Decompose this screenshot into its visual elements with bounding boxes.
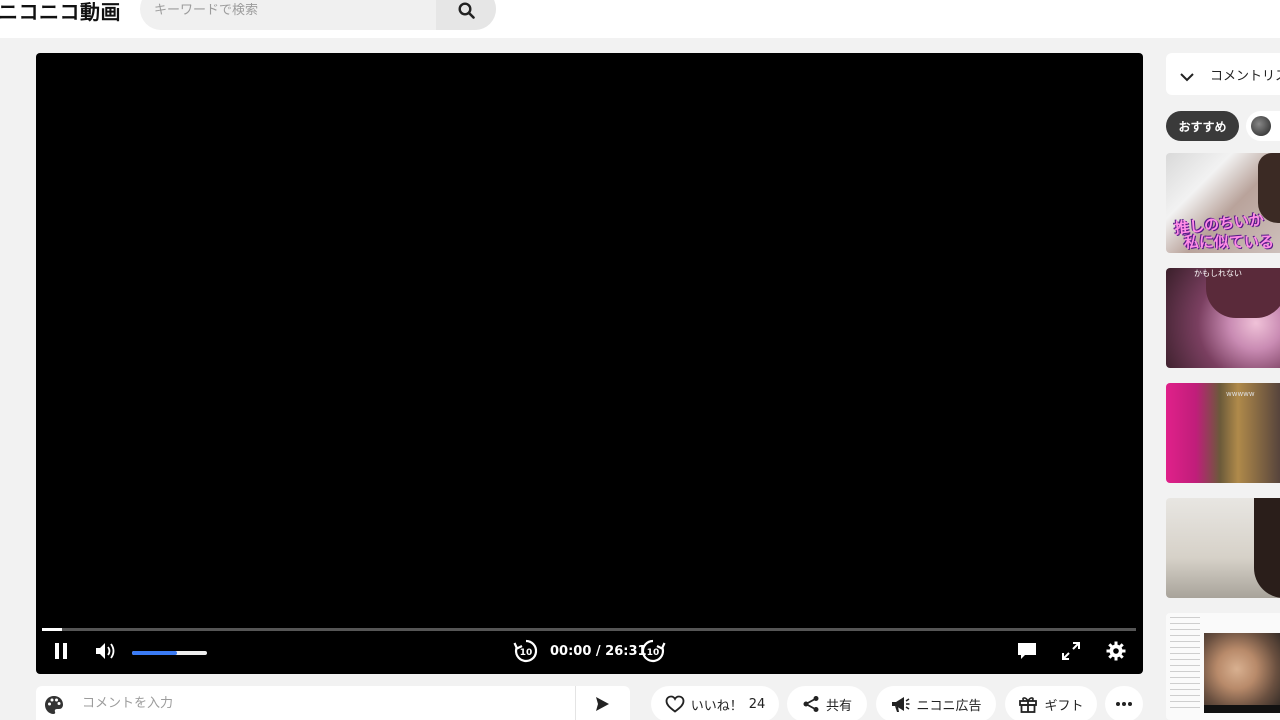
thumbnail-image <box>1170 617 1200 713</box>
skip-back-button[interactable]: 10 <box>513 639 539 663</box>
like-button[interactable]: いいね！ 24 <box>651 686 779 720</box>
share-button[interactable]: 共有 <box>787 686 867 720</box>
comment-list-title: コメントリス <box>1210 69 1280 84</box>
seek-bar-progress <box>42 628 62 631</box>
recommended-chip[interactable]: おすすめ <box>1166 111 1239 141</box>
skip-forward-button[interactable]: 10 <box>640 639 666 663</box>
gift-icon <box>1018 695 1038 713</box>
fullscreen-button[interactable] <box>1060 639 1082 663</box>
thumbnail-caption: かもしれない <box>1194 269 1242 278</box>
more-dots-icon <box>1115 701 1133 707</box>
volume-button[interactable] <box>94 639 118 663</box>
skip-back-label: 10 <box>520 648 533 658</box>
comment-list-toggle[interactable]: コメントリス <box>1166 53 1280 95</box>
chevron-down-icon <box>1180 67 1194 86</box>
palette-button[interactable] <box>44 695 64 719</box>
timecode: 00:00 / 26:31 <box>550 644 647 659</box>
settings-button[interactable] <box>1105 639 1127 663</box>
recommended-video-thumbnail[interactable]: wwwww <box>1166 383 1280 483</box>
site-logo[interactable]: ニコニコ動画 <box>0 0 121 24</box>
speaker-icon <box>96 643 115 659</box>
volume-slider[interactable] <box>132 651 207 655</box>
volume-level <box>132 651 177 655</box>
user-chip[interactable] <box>1246 111 1280 141</box>
share-icon <box>802 695 820 713</box>
search-button[interactable] <box>436 0 496 30</box>
palette-icon <box>45 696 63 714</box>
nicoad-button[interactable]: ニコニ広告 <box>876 686 996 720</box>
gear-icon <box>1106 641 1126 661</box>
share-label: 共有 <box>825 698 852 714</box>
pause-icon <box>55 643 67 659</box>
megaphone-icon <box>890 695 910 713</box>
rewind-10-icon: 10 <box>513 639 538 663</box>
recommended-video-thumbnail[interactable] <box>1166 613 1280 720</box>
gift-label: ギフト <box>1044 698 1084 714</box>
forward-10-icon: 10 <box>641 639 666 663</box>
skip-forward-label: 10 <box>647 648 660 658</box>
thumbnail-inset-image <box>1204 633 1280 713</box>
send-comment-button[interactable] <box>594 696 610 716</box>
nicoad-label: ニコニ広告 <box>916 698 982 714</box>
comment-input[interactable] <box>82 696 572 711</box>
site-header: ニコニコ動画 <box>0 0 1280 38</box>
thumbnail-caption: 私に似ている <box>1184 233 1275 251</box>
seek-bar[interactable] <box>42 628 1136 631</box>
search-icon <box>458 2 475 19</box>
expand-icon <box>1062 642 1080 660</box>
recommended-video-thumbnail[interactable] <box>1166 498 1280 598</box>
more-button[interactable] <box>1105 686 1143 720</box>
thumbnail-caption: wwwww <box>1226 390 1255 398</box>
comment-icon <box>1018 643 1036 659</box>
thumbnail-inset-bar <box>1204 705 1280 713</box>
like-count: 24 <box>748 696 766 712</box>
thumbnail-image <box>1254 498 1280 598</box>
heart-icon <box>665 695 685 713</box>
gift-button[interactable]: ギフト <box>1005 686 1097 720</box>
avatar <box>1251 116 1271 136</box>
like-label: いいね！ <box>690 698 743 714</box>
comment-input-bar <box>36 686 630 720</box>
search-input[interactable] <box>154 3 434 18</box>
pause-button[interactable] <box>50 639 72 663</box>
comment-bar-divider <box>575 686 576 720</box>
recommended-video-thumbnail[interactable]: かもしれない <box>1166 268 1280 368</box>
video-player[interactable]: 10 00:00 / 26:31 10 <box>36 53 1143 674</box>
recommended-video-thumbnail[interactable]: 推しのちいか 私に似ている <box>1166 153 1280 253</box>
comment-toggle-button[interactable] <box>1016 639 1038 663</box>
send-icon <box>596 697 609 711</box>
